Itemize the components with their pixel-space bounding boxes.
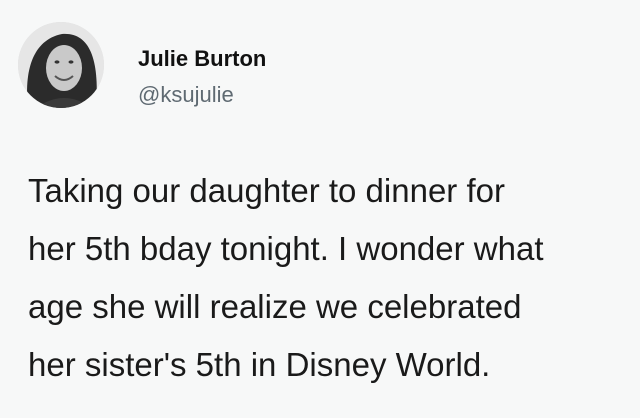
profile-photo-icon	[18, 22, 104, 108]
tweet-text-line: her sister's 5th in Disney World.	[28, 346, 491, 383]
author-display-name[interactable]: Julie Burton	[138, 46, 266, 72]
tweet-text-line: age she will realize we celebrated	[28, 288, 522, 325]
tweet-text-line: Taking our daughter to dinner for	[28, 172, 505, 209]
tweet-text-line: her 5th bday tonight. I wonder what	[28, 230, 544, 267]
author-handle[interactable]: @ksujulie	[138, 82, 234, 108]
avatar[interactable]	[18, 22, 104, 108]
tweet-text: Taking our daughter to dinner for her 5t…	[28, 162, 628, 394]
tweet-card: Julie Burton @ksujulie Taking our daught…	[0, 0, 640, 418]
